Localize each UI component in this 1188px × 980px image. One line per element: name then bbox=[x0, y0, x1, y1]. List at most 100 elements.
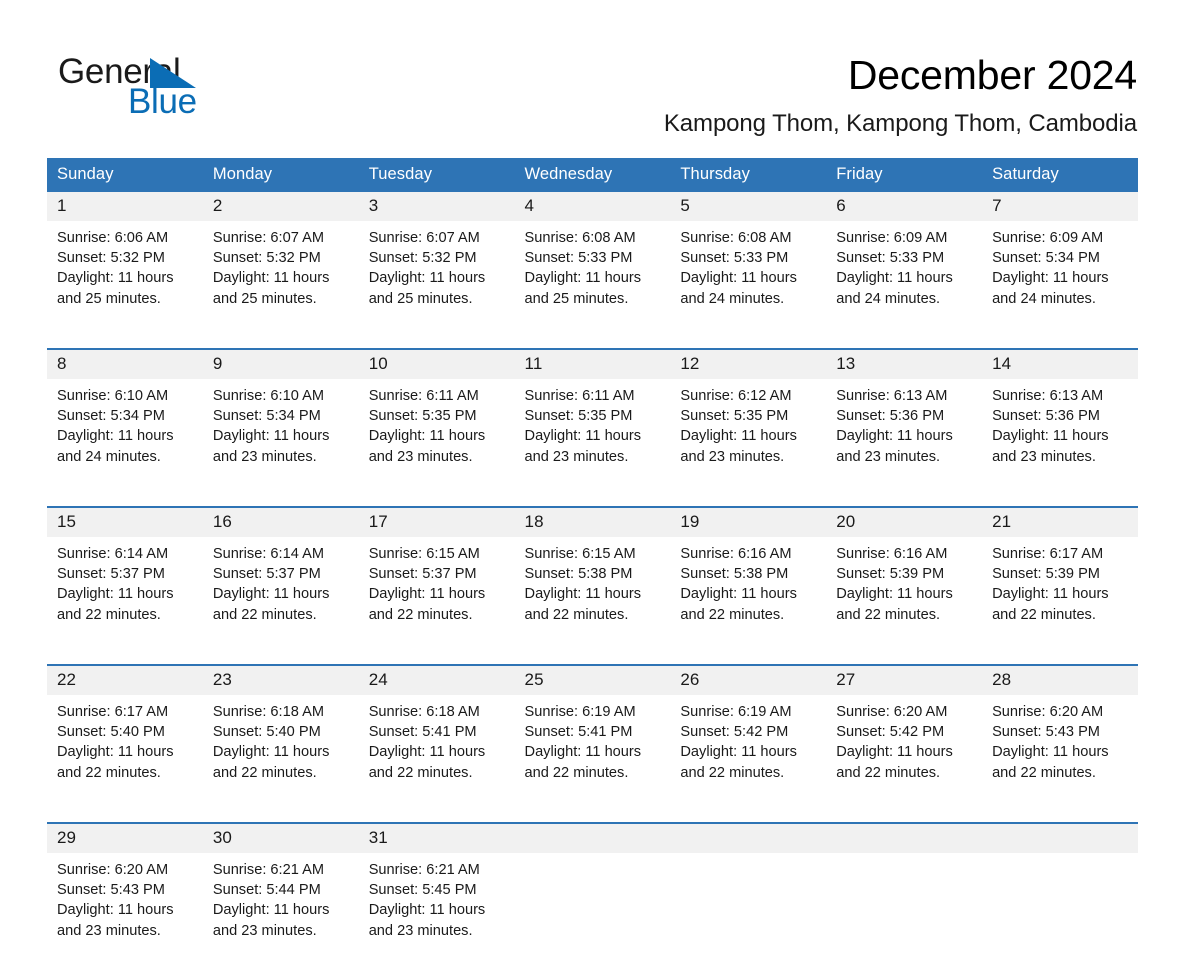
sunrise-text: Sunrise: 6:11 AM bbox=[368, 388, 479, 404]
day-cell[interactable]: Sunrise: 6:13 AM Sunset: 5:36 PM Dayligh… bbox=[982, 379, 1138, 507]
day-cell[interactable]: Sunrise: 6:15 AM Sunset: 5:37 PM Dayligh… bbox=[358, 537, 515, 665]
day-cell[interactable]: Sunrise: 6:07 AM Sunset: 5:32 PM Dayligh… bbox=[358, 221, 515, 349]
day-cell[interactable]: Sunrise: 6:11 AM Sunset: 5:35 PM Dayligh… bbox=[358, 379, 515, 507]
date-number[interactable]: 15 bbox=[47, 506, 203, 537]
day-cell[interactable]: Sunrise: 6:19 AM Sunset: 5:42 PM Dayligh… bbox=[670, 695, 827, 823]
daylight-text-line2: and 25 minutes. bbox=[368, 290, 473, 307]
day-cell[interactable]: Sunrise: 6:14 AM Sunset: 5:37 PM Dayligh… bbox=[202, 537, 359, 665]
daylight-text-line2: and 23 minutes. bbox=[524, 448, 629, 465]
date-number[interactable]: 8 bbox=[47, 348, 203, 379]
sunrise-text: Sunrise: 6:15 AM bbox=[368, 546, 480, 562]
sunset-text: Sunset: 5:37 PM bbox=[212, 566, 321, 583]
date-number[interactable]: 6 bbox=[826, 192, 983, 221]
day-cell[interactable]: Sunrise: 6:10 AM Sunset: 5:34 PM Dayligh… bbox=[47, 379, 203, 507]
sunrise-text: Sunrise: 6:19 AM bbox=[680, 704, 792, 720]
day-cell[interactable]: Sunrise: 6:20 AM Sunset: 5:43 PM Dayligh… bbox=[982, 695, 1138, 823]
date-number[interactable]: 5 bbox=[670, 192, 827, 221]
day-cell[interactable]: Sunrise: 6:14 AM Sunset: 5:37 PM Dayligh… bbox=[47, 537, 203, 665]
calendar-page: General Blue December 2024 Kampong Thom,… bbox=[0, 0, 1188, 980]
sunrise-text: Sunrise: 6:14 AM bbox=[57, 546, 169, 562]
daylight-text-line1: Daylight: 11 hours bbox=[836, 270, 953, 287]
daylight-text-line1: Daylight: 11 hours bbox=[368, 744, 486, 761]
day-cell[interactable]: Sunrise: 6:15 AM Sunset: 5:38 PM Dayligh… bbox=[514, 537, 671, 665]
daylight-text-line2: and 24 minutes. bbox=[992, 290, 1096, 307]
date-number[interactable]: 18 bbox=[514, 506, 671, 537]
daylight-text-line1: Daylight: 11 hours bbox=[680, 270, 797, 287]
date-number[interactable]: 16 bbox=[202, 506, 359, 537]
weekday-header-monday: Monday bbox=[202, 158, 359, 192]
day-cell[interactable]: Sunrise: 6:19 AM Sunset: 5:41 PM Dayligh… bbox=[514, 695, 671, 823]
date-number[interactable]: 17 bbox=[358, 506, 515, 537]
day-cell[interactable]: Sunrise: 6:17 AM Sunset: 5:40 PM Dayligh… bbox=[47, 695, 203, 823]
date-number[interactable]: 31 bbox=[358, 822, 515, 853]
date-number[interactable]: 24 bbox=[358, 664, 515, 695]
sunrise-text: Sunrise: 6:18 AM bbox=[212, 704, 324, 720]
day-cell[interactable]: Sunrise: 6:09 AM Sunset: 5:34 PM Dayligh… bbox=[982, 221, 1138, 349]
week-date-row: 29 30 31 bbox=[47, 822, 1138, 853]
sunrise-text: Sunrise: 6:16 AM bbox=[836, 546, 948, 562]
date-number[interactable]: 3 bbox=[358, 192, 515, 221]
week-info-row: Sunrise: 6:20 AM Sunset: 5:43 PM Dayligh… bbox=[47, 853, 1138, 980]
day-cell[interactable]: Sunrise: 6:20 AM Sunset: 5:43 PM Dayligh… bbox=[47, 853, 203, 980]
day-cell[interactable]: Sunrise: 6:20 AM Sunset: 5:42 PM Dayligh… bbox=[826, 695, 983, 823]
date-number[interactable]: 10 bbox=[358, 348, 515, 379]
date-number[interactable]: 12 bbox=[670, 348, 827, 379]
sunset-text: Sunset: 5:39 PM bbox=[992, 566, 1100, 583]
day-cell[interactable]: Sunrise: 6:16 AM Sunset: 5:38 PM Dayligh… bbox=[670, 537, 827, 665]
date-number[interactable]: 1 bbox=[47, 192, 203, 221]
day-cell[interactable]: Sunrise: 6:21 AM Sunset: 5:44 PM Dayligh… bbox=[202, 853, 359, 980]
day-cell[interactable]: Sunrise: 6:17 AM Sunset: 5:39 PM Dayligh… bbox=[982, 537, 1138, 665]
date-number[interactable]: 29 bbox=[47, 822, 203, 853]
daylight-text-line2: and 25 minutes. bbox=[524, 290, 629, 307]
day-cell[interactable]: Sunrise: 6:09 AM Sunset: 5:33 PM Dayligh… bbox=[826, 221, 983, 349]
page-title: December 2024 bbox=[847, 52, 1137, 98]
day-cell-empty bbox=[982, 853, 1138, 980]
date-number[interactable]: 4 bbox=[514, 192, 671, 221]
day-cell[interactable]: Sunrise: 6:18 AM Sunset: 5:41 PM Dayligh… bbox=[358, 695, 515, 823]
date-number[interactable]: 23 bbox=[202, 664, 359, 695]
date-number[interactable]: 7 bbox=[982, 192, 1138, 221]
sunset-text: Sunset: 5:41 PM bbox=[524, 724, 633, 741]
date-number[interactable]: 11 bbox=[514, 348, 671, 379]
day-cell[interactable]: Sunrise: 6:13 AM Sunset: 5:36 PM Dayligh… bbox=[826, 379, 983, 507]
date-number[interactable]: 26 bbox=[670, 664, 827, 695]
date-number[interactable]: 14 bbox=[982, 348, 1138, 379]
day-cell[interactable]: Sunrise: 6:16 AM Sunset: 5:39 PM Dayligh… bbox=[826, 537, 983, 665]
day-cell[interactable]: Sunrise: 6:18 AM Sunset: 5:40 PM Dayligh… bbox=[202, 695, 359, 823]
date-number-empty bbox=[982, 822, 1138, 853]
day-cell[interactable]: Sunrise: 6:06 AM Sunset: 5:32 PM Dayligh… bbox=[47, 221, 203, 349]
day-cell[interactable]: Sunrise: 6:08 AM Sunset: 5:33 PM Dayligh… bbox=[670, 221, 827, 349]
sunrise-text: Sunrise: 6:17 AM bbox=[57, 704, 169, 720]
daylight-text-line2: and 24 minutes. bbox=[836, 290, 941, 307]
day-cell[interactable]: Sunrise: 6:10 AM Sunset: 5:34 PM Dayligh… bbox=[202, 379, 359, 507]
daylight-text-line1: Daylight: 11 hours bbox=[57, 744, 174, 761]
daylight-text-line2: and 23 minutes. bbox=[57, 922, 161, 939]
date-number[interactable]: 20 bbox=[826, 506, 983, 537]
sunset-text: Sunset: 5:38 PM bbox=[680, 566, 789, 583]
sunset-text: Sunset: 5:43 PM bbox=[992, 724, 1100, 741]
date-number[interactable]: 21 bbox=[982, 506, 1138, 537]
daylight-text-line1: Daylight: 11 hours bbox=[992, 744, 1109, 761]
date-number[interactable]: 27 bbox=[826, 664, 983, 695]
day-cell[interactable]: Sunrise: 6:08 AM Sunset: 5:33 PM Dayligh… bbox=[514, 221, 671, 349]
date-number[interactable]: 28 bbox=[982, 664, 1138, 695]
date-number[interactable]: 13 bbox=[826, 348, 983, 379]
day-cell[interactable]: Sunrise: 6:12 AM Sunset: 5:35 PM Dayligh… bbox=[670, 379, 827, 507]
daylight-text-line2: and 22 minutes. bbox=[368, 606, 473, 623]
sunset-text: Sunset: 5:33 PM bbox=[836, 250, 945, 267]
day-cell[interactable]: Sunrise: 6:07 AM Sunset: 5:32 PM Dayligh… bbox=[202, 221, 359, 349]
date-number[interactable]: 19 bbox=[670, 506, 827, 537]
date-number[interactable]: 30 bbox=[202, 822, 359, 853]
date-number[interactable]: 9 bbox=[202, 348, 359, 379]
daylight-text-line2: and 23 minutes. bbox=[836, 448, 941, 465]
date-number[interactable]: 22 bbox=[47, 664, 203, 695]
daylight-text-line2: and 22 minutes. bbox=[680, 764, 785, 781]
date-number[interactable]: 2 bbox=[202, 192, 359, 221]
day-cell[interactable]: Sunrise: 6:21 AM Sunset: 5:45 PM Dayligh… bbox=[358, 853, 515, 980]
day-cell[interactable]: Sunrise: 6:11 AM Sunset: 5:35 PM Dayligh… bbox=[514, 379, 671, 507]
calendar-grid: Sunday Monday Tuesday Wednesday Thursday… bbox=[47, 158, 1138, 980]
sunset-text: Sunset: 5:36 PM bbox=[992, 408, 1100, 425]
generalblue-logo[interactable]: General Blue bbox=[58, 52, 258, 124]
date-number[interactable]: 25 bbox=[514, 664, 671, 695]
sunset-text: Sunset: 5:34 PM bbox=[57, 408, 165, 425]
